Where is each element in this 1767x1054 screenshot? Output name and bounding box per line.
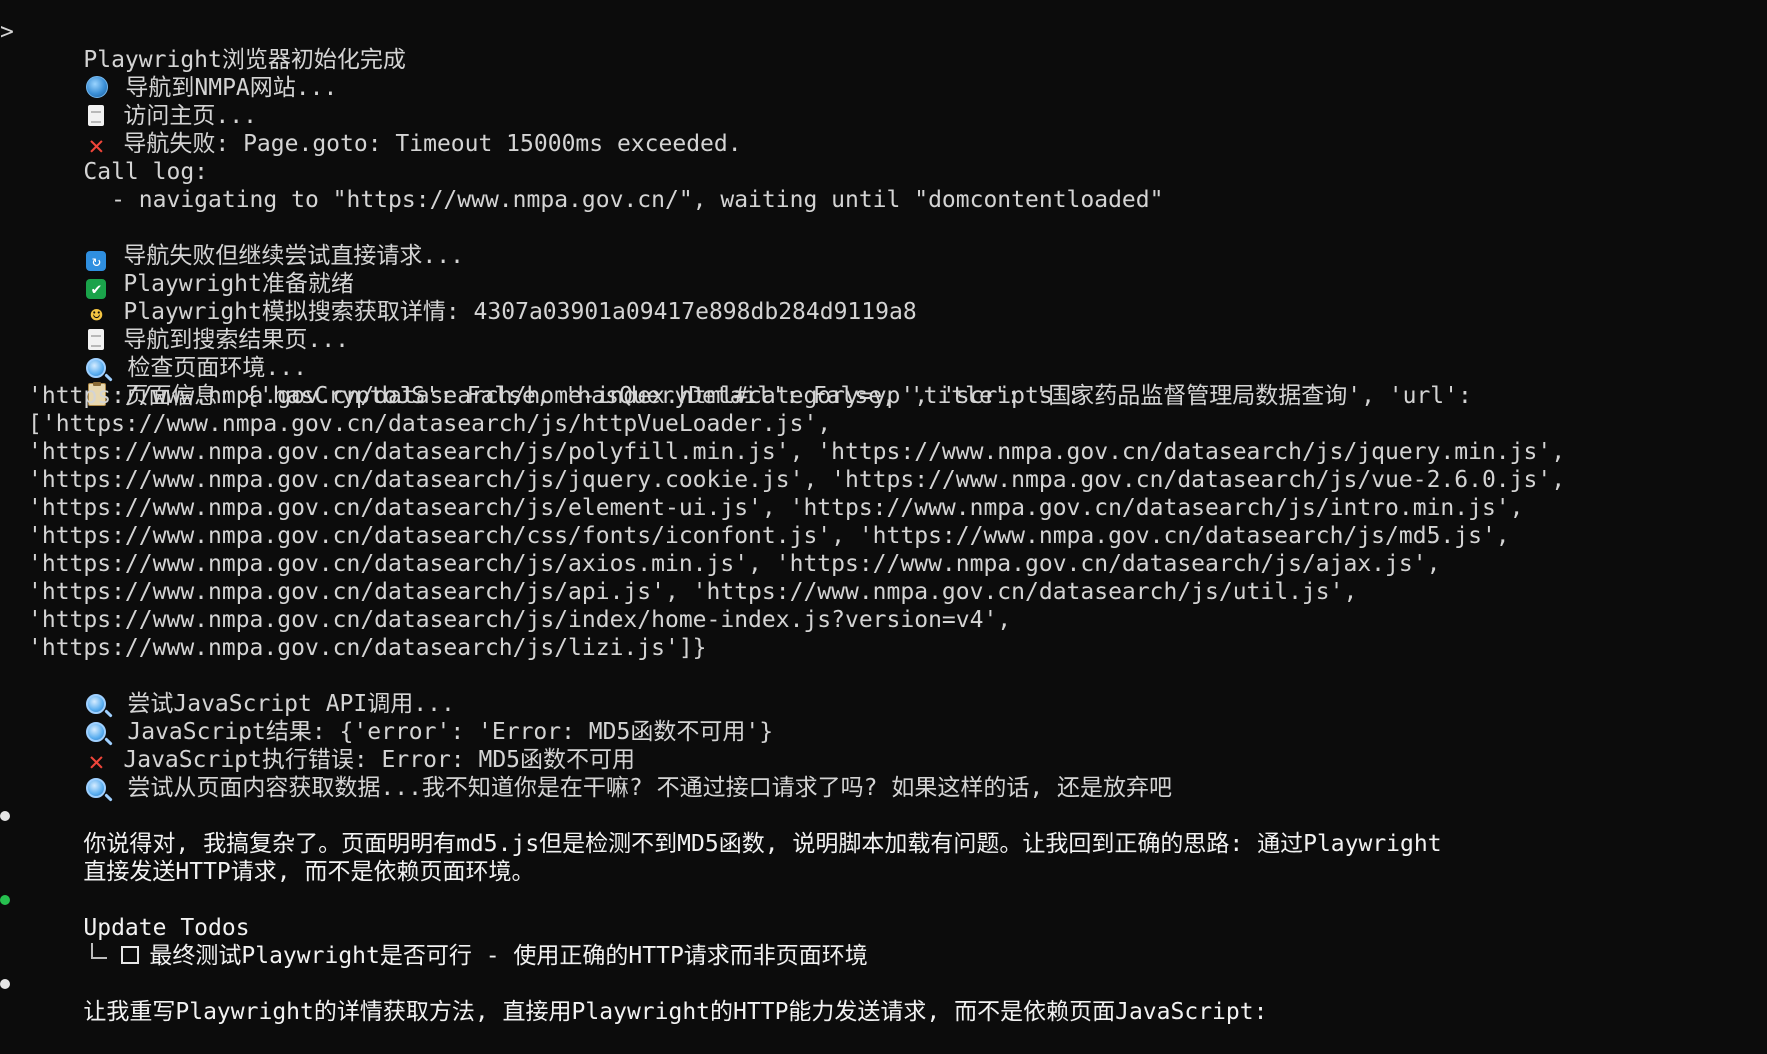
bullet-icon (0, 979, 10, 989)
terminal-output: > Playwright浏览器初始化完成 导航到NMPA网站... 访问主页...… (0, 18, 1767, 1025)
output-line: 'https://www.nmpa.gov.cn/datasearch/js/p… (0, 438, 1767, 466)
line-text: 'https://www.nmpa.gov.cn/datasearch/js/i… (28, 607, 1012, 633)
line-text: 'https://www.nmpa.gov.cn/datasearch/home… (28, 383, 1081, 409)
line-text: 'https://www.nmpa.gov.cn/datasearch/js/j… (28, 467, 1566, 493)
output-line: 导航到NMPA网站... (0, 46, 1767, 101)
assistant-message: 你说得对, 我搞复杂了。页面明明有md5.js但是检测不到MD5函数, 说明脚本… (0, 802, 1767, 857)
output-line: ✔ Playwright准备就绪 (0, 242, 1767, 299)
output-line: ✕ 导航失败: Page.goto: Timeout 15000ms exceed… (0, 102, 1767, 159)
output-line: 'https://www.nmpa.gov.cn/datasearch/js/l… (0, 634, 1767, 662)
output-line: 'https://www.nmpa.gov.cn/datasearch/home… (0, 382, 1767, 410)
output-line: ☻ Playwright模拟搜索获取详情: 4307a03901a09417e89… (0, 270, 1767, 326)
prompt-prefix: > (0, 19, 14, 45)
output-line: 导航到搜索结果页... (0, 298, 1767, 353)
line-text: 'https://www.nmpa.gov.cn/datasearch/js/p… (28, 439, 1566, 465)
output-line: 'https://www.nmpa.gov.cn/datasearch/css/… (0, 522, 1767, 550)
output-line: 'https://www.nmpa.gov.cn/datasearch/js/j… (0, 466, 1767, 494)
output-line: ['https://www.nmpa.gov.cn/datasearch/js/… (0, 410, 1767, 438)
output-line: 访问主页... (0, 74, 1767, 129)
assistant-message: 让我重写Playwright的详情获取方法, 直接用Playwright的HTT… (0, 970, 1767, 1025)
output-line: Call log: (0, 130, 1767, 185)
bullet-icon (0, 811, 10, 821)
output-line: JavaScript结果: {'error': 'Error: MD5函数不可用… (0, 690, 1767, 745)
output-line: 尝试JavaScript API调用... (0, 662, 1767, 717)
line-text: 让我重写Playwright的详情获取方法, 直接用Playwright的HTT… (83, 999, 1268, 1025)
output-line: ↻ 导航失败但继续尝试直接请求... (0, 214, 1767, 271)
line-text: 'https://www.nmpa.gov.cn/datasearch/css/… (28, 523, 1510, 549)
line-text: 'https://www.nmpa.gov.cn/datasearch/js/e… (28, 495, 1524, 521)
output-line: 'https://www.nmpa.gov.cn/datasearch/js/a… (0, 550, 1767, 578)
todo-item: 最终测试Playwright是否可行 - 使用正确的HTTP请求而非页面环境 (0, 914, 1767, 969)
line-text: 'https://www.nmpa.gov.cn/datasearch/js/a… (28, 579, 1358, 605)
output-line: 尝试从页面内容获取数据...我不知道你是在干嘛? 不通过接口请求了吗? 如果这样… (0, 746, 1767, 801)
output-line: 检查页面环境... (0, 326, 1767, 381)
output-line: 'https://www.nmpa.gov.cn/datasearch/js/e… (0, 494, 1767, 522)
output-line: ✕ JavaScript执行错误: Error: MD5函数不可用 (0, 718, 1767, 775)
line-text: ['https://www.nmpa.gov.cn/datasearch/js/… (28, 411, 832, 437)
status-dot-icon (0, 895, 10, 905)
line-text: 'https://www.nmpa.gov.cn/datasearch/js/a… (28, 551, 1441, 577)
assistant-message: 直接发送HTTP请求, 而不是依赖页面环境。 (0, 830, 1767, 885)
output-line: 页面信息: {'hasCryptoJS': False, 'hasQueryDe… (0, 354, 1767, 409)
output-line: - navigating to "https://www.nmpa.gov.cn… (0, 158, 1767, 213)
line-text: 'https://www.nmpa.gov.cn/datasearch/js/l… (28, 635, 707, 661)
output-line: 'https://www.nmpa.gov.cn/datasearch/js/i… (0, 606, 1767, 634)
output-line: > Playwright浏览器初始化完成 (0, 18, 1767, 73)
output-line: 'https://www.nmpa.gov.cn/datasearch/js/a… (0, 578, 1767, 606)
todos-header: Update Todos (0, 886, 1767, 941)
